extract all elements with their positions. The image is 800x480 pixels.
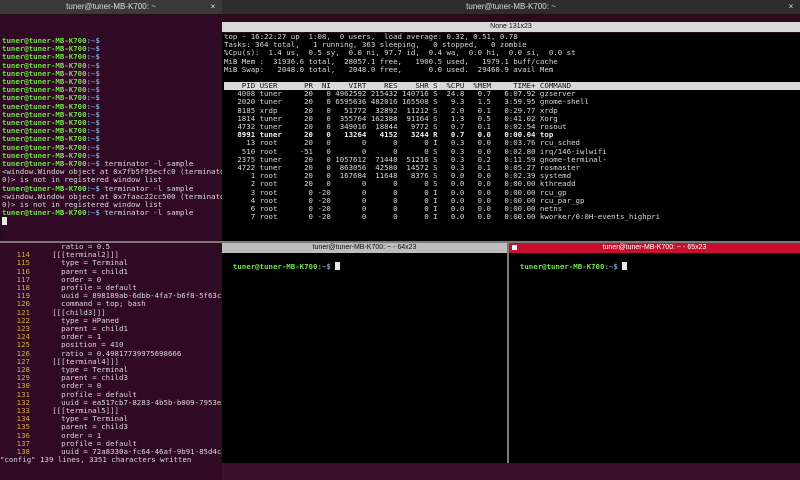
bottom-left-prompt-user: tuner@tuner-MB-K700 [232,262,318,272]
history-line: tuner@tuner-MB-K700:~$ terminator -l sam… [2,208,194,218]
bottom-left-terminal[interactable]: tuner@tuner-MB-K700:~$ [222,253,509,464]
left-window-title: tuner@tuner-MB-K700: ~ [66,2,156,11]
bottom-right-prompt-user: tuner@tuner-MB-K700 [519,262,605,272]
bottom-left-titlebar[interactable]: tuner@tuner-MB-K700: ~ - 64x23 [222,243,507,253]
terminal-icon [512,245,517,250]
vim-editor-pane[interactable]: ratio = 0.5 114 [[[terminal2]]] 115 type =… [0,243,222,480]
process-row: 7 root 0 -20 0 0 0 I 0.0 0.0 0:00.00 kwo… [224,212,661,222]
desktop-background [222,463,800,480]
left-window-close-button[interactable]: × [208,2,218,12]
top-window-titlebar[interactable]: tuner@tuner-MB-K700: ~ × [222,0,800,14]
bottom-left-cursor [335,262,341,271]
left-cursor [2,217,7,226]
bottom-left-title: tuner@tuner-MB-K700: ~ - 64x23 [312,244,417,251]
bottom-right-cursor [622,262,628,271]
vim-status-line: "config" 139 lines, 3351 characters writ… [0,455,192,465]
left-terminal-pane[interactable]: tuner@tuner-MB-K700:~$ tuner@tuner-MB-K70… [2,37,222,241]
bottom-right-terminal[interactable]: tuner@tuner-MB-K700:~$ [509,253,800,464]
bottom-right-prompt-path: :~$ [604,262,618,272]
top-summary-line: MiB Swap: 2048.0 total, 2048.0 free, 0.0… [224,64,554,74]
bottom-right-titlebar[interactable]: tuner@tuner-MB-K700: ~ - 65x23 [509,243,800,253]
history-cursor-line [2,217,222,226]
top-process-pane[interactable]: top - 16:22:27 up 1:08, 0 users, load av… [222,33,800,241]
top-pane-title: None 131x23 [490,23,532,30]
top-pane-header: None 131x23 [222,22,800,32]
top-window-title: tuner@tuner-MB-K700: ~ [466,2,556,11]
bottom-left-prompt-path: :~$ [317,262,331,272]
left-window-titlebar[interactable]: tuner@tuner-MB-K700: ~ × [0,0,222,14]
top-window-close-button[interactable]: × [786,2,796,12]
bottom-right-title: tuner@tuner-MB-K700: ~ - 65x23 [602,244,707,251]
